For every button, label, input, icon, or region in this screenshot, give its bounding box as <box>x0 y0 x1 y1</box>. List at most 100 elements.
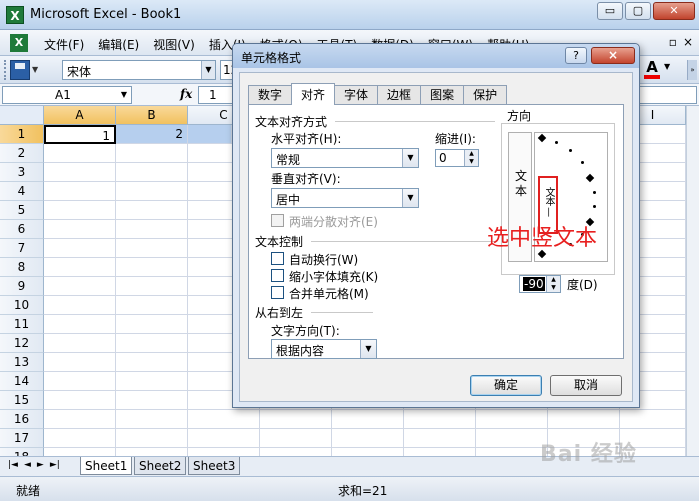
last-sheet-icon[interactable]: ►| <box>50 460 60 470</box>
grid-cell[interactable] <box>188 448 260 456</box>
next-sheet-icon[interactable]: ► <box>37 460 44 470</box>
grid-cell[interactable] <box>44 296 116 315</box>
row-header[interactable]: 10 <box>0 296 44 315</box>
grid-cell[interactable] <box>116 277 188 296</box>
tab-number[interactable]: 数字 <box>248 85 293 105</box>
grid-cell[interactable] <box>476 410 548 429</box>
ok-button[interactable]: 确定 <box>470 375 542 396</box>
distributed-checkbox[interactable] <box>271 214 284 227</box>
font-name-select[interactable]: 宋体 ▼ <box>62 60 216 80</box>
grid-cell[interactable] <box>116 163 188 182</box>
grid-cell[interactable] <box>260 429 332 448</box>
workbook-close-icon[interactable]: × <box>683 35 693 49</box>
row-header[interactable]: 18 <box>0 448 44 456</box>
function-icon[interactable]: fx <box>180 87 192 101</box>
grid-cell[interactable] <box>44 220 116 239</box>
grid-cell[interactable] <box>44 163 116 182</box>
grid-cell[interactable] <box>44 334 116 353</box>
grid-cell[interactable] <box>116 182 188 201</box>
help-icon[interactable]: ? <box>565 47 587 64</box>
cell-c1[interactable] <box>188 125 232 144</box>
minimize-button[interactable]: ▭ <box>597 2 623 20</box>
grid-cell[interactable] <box>260 448 332 456</box>
row-header[interactable]: 6 <box>0 220 44 239</box>
tab-patterns[interactable]: 图案 <box>420 85 465 105</box>
chevron-down-icon[interactable]: ▼ <box>201 61 215 79</box>
prev-sheet-icon[interactable]: ◄ <box>24 460 31 470</box>
merge-cells-checkbox[interactable] <box>271 286 284 299</box>
grid-cell[interactable] <box>44 391 116 410</box>
grid-cell[interactable] <box>332 429 404 448</box>
cancel-button[interactable]: 取消 <box>550 375 622 396</box>
cell-a1[interactable]: 1 <box>44 125 116 144</box>
grid-cell[interactable] <box>116 220 188 239</box>
grid-cell[interactable] <box>44 429 116 448</box>
grid-cell[interactable] <box>404 448 476 456</box>
workbook-icon[interactable]: X <box>10 34 28 52</box>
grid-cell[interactable] <box>44 410 116 429</box>
grid-cell[interactable] <box>44 258 116 277</box>
menu-edit[interactable]: 编辑(E) <box>98 36 139 53</box>
grid-cell[interactable] <box>116 410 188 429</box>
chevron-down-icon[interactable]: ▼ <box>402 149 418 167</box>
chevron-down-icon[interactable]: ▼ <box>664 62 670 71</box>
restore-button[interactable]: ▢ <box>625 2 651 20</box>
row-header[interactable]: 5 <box>0 201 44 220</box>
menu-view[interactable]: 视图(V) <box>153 36 195 53</box>
select-all-corner[interactable] <box>0 106 44 125</box>
row-header[interactable]: 16 <box>0 410 44 429</box>
grid-cell[interactable] <box>404 410 476 429</box>
grid-cell[interactable] <box>116 391 188 410</box>
grid-cell[interactable] <box>44 182 116 201</box>
grid-cell[interactable] <box>116 296 188 315</box>
grid-cell[interactable] <box>116 258 188 277</box>
grid-cell[interactable] <box>476 448 548 456</box>
grid-cell[interactable] <box>188 410 260 429</box>
grid-cell[interactable] <box>44 372 116 391</box>
grid-cell[interactable] <box>116 239 188 258</box>
grid-cell[interactable] <box>44 144 116 163</box>
indent-spinner[interactable]: 0 ▲ ▼ <box>435 149 479 167</box>
grid-cell[interactable] <box>116 429 188 448</box>
row-header[interactable]: 13 <box>0 353 44 372</box>
close-button[interactable]: ✕ <box>653 2 695 20</box>
grid-cell[interactable] <box>116 372 188 391</box>
grid-cell[interactable] <box>116 448 188 456</box>
first-sheet-icon[interactable]: |◄ <box>8 460 18 470</box>
row-header[interactable]: 8 <box>0 258 44 277</box>
spinner-arrows-icon[interactable]: ▲ ▼ <box>464 150 478 166</box>
tab-font[interactable]: 字体 <box>334 85 379 105</box>
tab-border[interactable]: 边框 <box>377 85 422 105</box>
grid-cell[interactable] <box>116 201 188 220</box>
shrink-to-fit-checkbox[interactable] <box>271 269 284 282</box>
wrap-text-checkbox[interactable] <box>271 252 284 265</box>
grid-cell[interactable] <box>116 334 188 353</box>
row-header[interactable]: 7 <box>0 239 44 258</box>
row-header[interactable]: 11 <box>0 315 44 334</box>
grid-cell[interactable] <box>44 315 116 334</box>
grid-cell[interactable] <box>116 315 188 334</box>
grid-cell[interactable] <box>260 410 332 429</box>
text-direction-select[interactable]: 根据内容 ▼ <box>271 339 377 359</box>
toolbar-grip[interactable] <box>4 60 7 80</box>
toolbar-options-icon[interactable]: » <box>687 60 697 80</box>
workbook-restore-icon[interactable]: ▫ <box>669 35 677 49</box>
chevron-down-icon[interactable]: ▼ <box>117 87 131 103</box>
tab-alignment[interactable]: 对齐 <box>291 83 336 105</box>
grid-cell[interactable] <box>188 429 260 448</box>
grid-cell[interactable] <box>116 144 188 163</box>
grid-cell[interactable] <box>404 429 476 448</box>
dialog-close-button[interactable]: × <box>591 47 635 64</box>
horizontal-align-select[interactable]: 常规 ▼ <box>271 148 419 168</box>
name-box[interactable]: A1 ▼ <box>2 86 132 104</box>
grid-cell[interactable] <box>116 353 188 372</box>
save-icon[interactable] <box>10 60 30 80</box>
row-header[interactable]: 15 <box>0 391 44 410</box>
row-header[interactable]: 17 <box>0 429 44 448</box>
degree-spinner[interactable]: -90 ▲ ▼ <box>519 275 561 293</box>
spinner-arrows-icon[interactable]: ▲ ▼ <box>546 276 560 292</box>
row-header[interactable]: 3 <box>0 163 44 182</box>
grid-cell[interactable] <box>620 410 686 429</box>
row-header[interactable]: 14 <box>0 372 44 391</box>
chevron-down-icon[interactable]: ▼ <box>32 60 40 80</box>
